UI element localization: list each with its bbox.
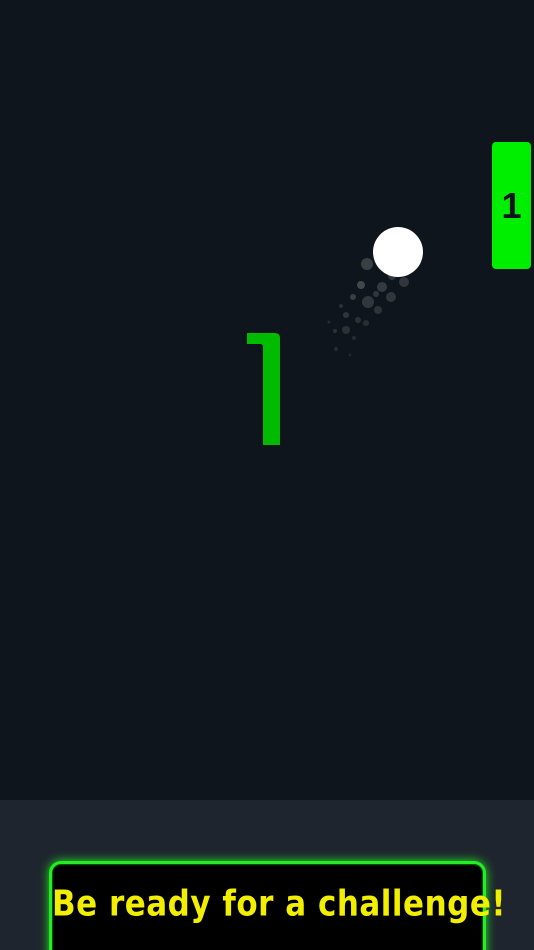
ball [373, 227, 423, 277]
paddle-score-label: 1 [501, 184, 522, 226]
banner-text: Be ready for a challenge! [52, 883, 507, 925]
challenge-banner[interactable]: Be ready for a challenge! [49, 861, 507, 950]
game-screen[interactable]: 1 1 Be ready for a challenge! [0, 0, 534, 950]
opponent-paddle: 1 [492, 142, 531, 269]
playfield[interactable]: 1 1 [0, 0, 534, 800]
player-score-digit [247, 333, 280, 445]
